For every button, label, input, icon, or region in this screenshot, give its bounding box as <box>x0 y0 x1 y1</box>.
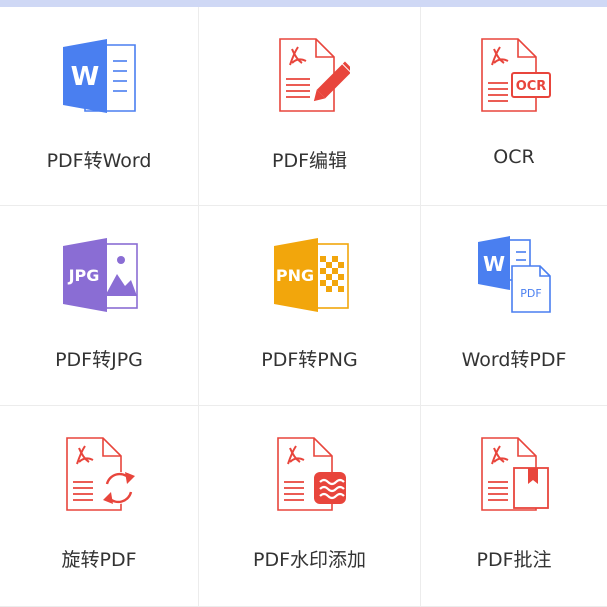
tool-pdf-watermark[interactable]: PDF水印添加 <box>199 406 421 607</box>
svg-text:W: W <box>71 62 100 92</box>
svg-text:W: W <box>483 252 505 276</box>
tool-ocr[interactable]: OCR OCR <box>421 7 607 206</box>
svg-text:PDF: PDF <box>520 287 541 300</box>
svg-text:OCR: OCR <box>516 79 547 94</box>
pdf-to-png-icon: PNG <box>270 234 350 314</box>
tool-label: PDF转JPG <box>55 349 143 371</box>
tool-rotate-pdf[interactable]: 旋转PDF <box>0 406 199 607</box>
tool-pdf-annotate[interactable]: PDF批注 <box>421 406 607 607</box>
tool-label: 旋转PDF <box>61 549 137 571</box>
pdf-edit-icon <box>270 35 350 115</box>
svg-text:PNG: PNG <box>275 266 313 285</box>
pdf-watermark-icon <box>270 434 350 514</box>
pdf-to-word-icon: W <box>59 35 139 115</box>
tool-word-to-pdf[interactable]: W PDF Word转PDF <box>421 206 607 406</box>
tool-label: Word转PDF <box>461 349 567 371</box>
tool-label: PDF转Word <box>46 150 152 172</box>
tool-label: PDF编辑 <box>271 150 348 172</box>
tool-label: OCR <box>493 146 535 168</box>
tool-label: PDF转PNG <box>261 349 358 371</box>
tool-pdf-to-word[interactable]: W PDF转Word <box>0 7 199 206</box>
tool-pdf-edit[interactable]: PDF编辑 <box>199 7 421 206</box>
word-to-pdf-icon: W PDF <box>474 234 554 314</box>
ocr-icon: OCR <box>474 35 554 115</box>
tool-grid: W PDF转Word PDF编辑 OCR OCR JPG PDF转JPG PNG… <box>0 7 607 607</box>
svg-text:JPG: JPG <box>68 266 100 285</box>
rotate-pdf-icon <box>59 434 139 514</box>
tool-label: PDF批注 <box>476 549 552 571</box>
top-strip <box>0 0 607 7</box>
pdf-annotate-icon <box>474 434 554 514</box>
tool-label: PDF水印添加 <box>252 549 367 571</box>
pdf-to-jpg-icon: JPG <box>59 234 139 314</box>
tool-pdf-to-jpg[interactable]: JPG PDF转JPG <box>0 206 199 406</box>
tool-pdf-to-png[interactable]: PNG PDF转PNG <box>199 206 421 406</box>
